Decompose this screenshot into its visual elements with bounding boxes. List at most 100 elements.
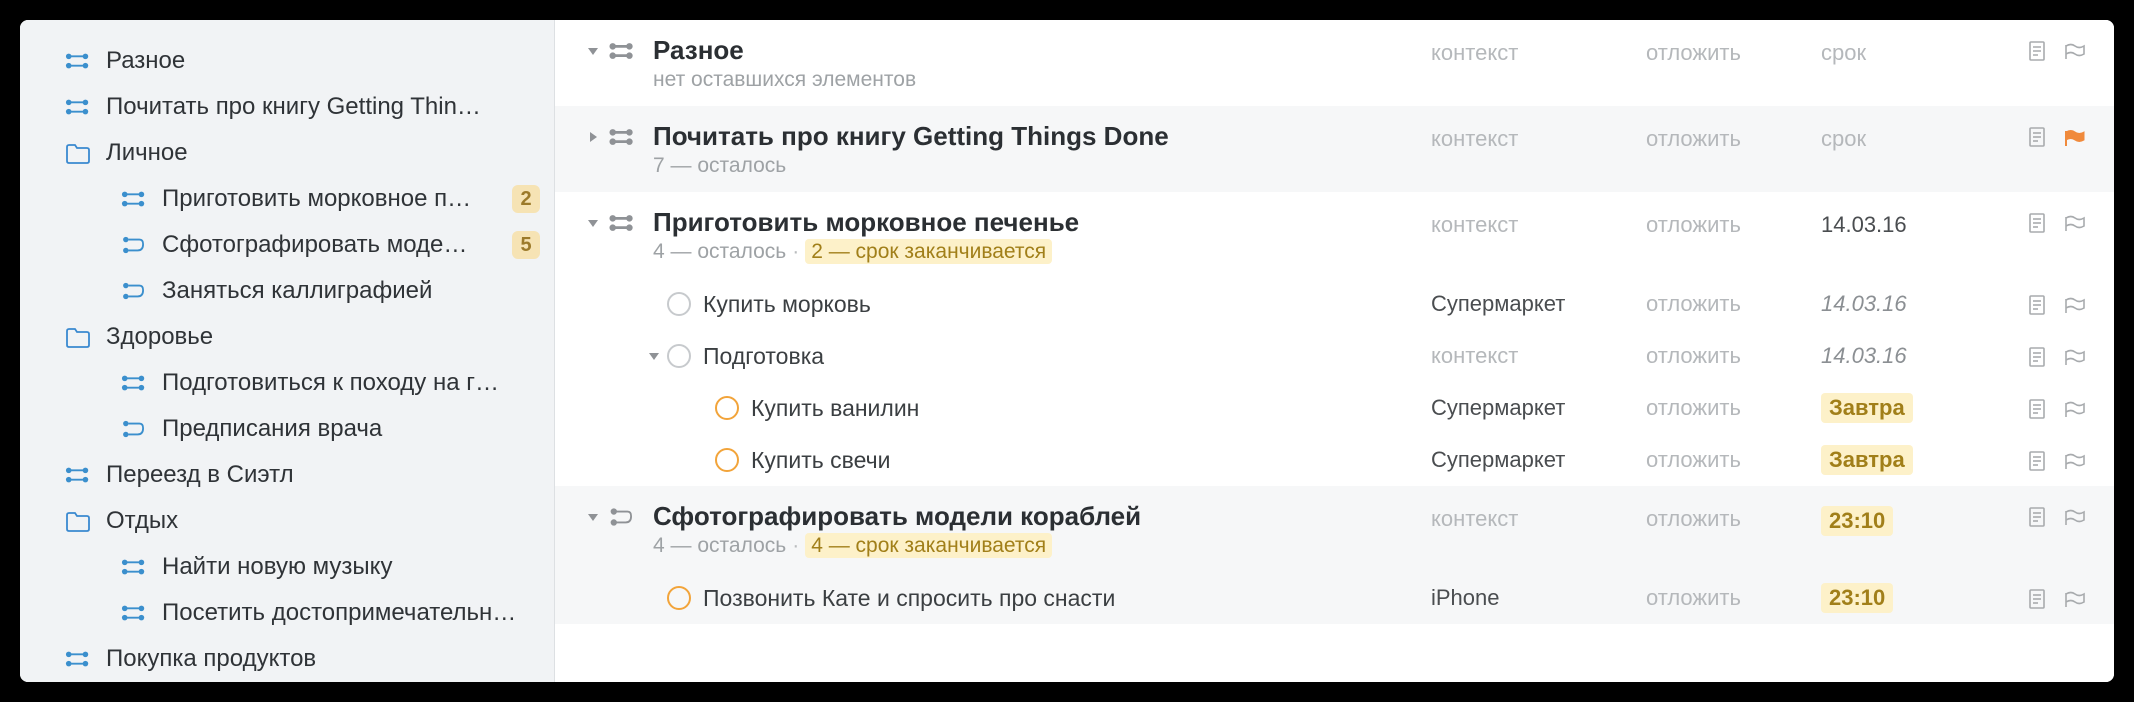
project-block: Сфотографировать модели кораблей4 — оста… (555, 486, 2114, 624)
defer-column[interactable]: отложить (1646, 585, 1821, 611)
defer-column[interactable]: отложить (1646, 343, 1821, 369)
defer-column[interactable]: отложить (1646, 506, 1821, 532)
flag-icon[interactable] (2064, 589, 2086, 607)
sidebar-item[interactable]: Заняться каллиграфией (20, 268, 554, 314)
parallel-icon (120, 556, 148, 578)
sidebar-item-label: Подготовиться к походу на г… (162, 369, 540, 397)
project-subtitle: нет оставшихся элементов (653, 68, 1431, 106)
task-checkbox[interactable] (715, 396, 739, 420)
disclosure-triangle-icon[interactable] (585, 43, 601, 59)
note-icon[interactable] (2028, 212, 2046, 232)
note-icon[interactable] (2028, 126, 2046, 146)
due-count-badge: 2 (512, 185, 540, 213)
disclosure-triangle-icon[interactable] (585, 215, 601, 231)
task-row[interactable]: Купить морковьСупермаркетотложить14.03.1… (585, 278, 2086, 330)
context-column[interactable]: iPhone (1431, 585, 1646, 611)
context-column[interactable]: контекст (1431, 506, 1646, 532)
flag-icon[interactable] (2064, 295, 2086, 313)
flag-icon[interactable] (2064, 451, 2086, 469)
due-column[interactable]: срок (1821, 40, 1996, 66)
task-checkbox[interactable] (667, 344, 691, 368)
note-icon[interactable] (2028, 346, 2046, 366)
defer-column[interactable]: отложить (1646, 395, 1821, 421)
task-checkbox[interactable] (715, 448, 739, 472)
task-row[interactable]: Позвонить Кате и спросить про снастиiPho… (585, 572, 2086, 624)
note-icon[interactable] (2028, 506, 2046, 526)
context-column[interactable]: Супермаркет (1431, 291, 1646, 317)
sequential-icon (120, 234, 148, 256)
sidebar-item-label: Заняться каллиграфией (162, 277, 540, 305)
sidebar-item[interactable]: Приготовить морковное п…2 (20, 176, 554, 222)
context-column[interactable]: контекст (1431, 126, 1646, 152)
sidebar-item[interactable]: Посетить достопримечательн… (20, 590, 554, 636)
note-icon[interactable] (2028, 40, 2046, 60)
sidebar-item[interactable]: Личное (20, 130, 554, 176)
disclosure-triangle-icon[interactable] (647, 348, 661, 364)
due-column[interactable]: 14.03.16 (1821, 291, 1996, 317)
folder-icon (64, 510, 92, 532)
context-column[interactable]: Супермаркет (1431, 395, 1646, 421)
note-icon[interactable] (2028, 398, 2046, 418)
disclosure-triangle-icon[interactable] (585, 129, 601, 145)
context-column[interactable]: контекст (1431, 343, 1646, 369)
sidebar-item-label: Здоровье (106, 323, 540, 351)
due-count-badge: 5 (512, 231, 540, 259)
project-subtitle: 4 — осталось·2 — срок заканчивается (653, 240, 1431, 278)
context-column[interactable]: контекст (1431, 40, 1646, 66)
sidebar-item[interactable]: Здоровье (20, 314, 554, 360)
due-column[interactable]: 14.03.16 (1821, 212, 1996, 238)
note-icon[interactable] (2028, 450, 2046, 470)
defer-column[interactable]: отложить (1646, 126, 1821, 152)
note-icon[interactable] (2028, 294, 2046, 314)
sidebar-item[interactable]: Покупка продуктов (20, 636, 554, 682)
due-column[interactable]: Завтра (1821, 445, 1996, 475)
task-row[interactable]: Подготовкаконтекстотложить14.03.16 (585, 330, 2086, 382)
flag-icon[interactable] (2064, 213, 2086, 231)
flag-icon[interactable] (2064, 41, 2086, 59)
sidebar-item-label: Покупка продуктов (106, 645, 540, 673)
note-icon[interactable] (2028, 588, 2046, 608)
task-checkbox[interactable] (667, 586, 691, 610)
defer-column[interactable]: отложить (1646, 447, 1821, 473)
disclosure-triangle-icon[interactable] (585, 509, 601, 525)
task-row[interactable]: Купить ванилинСупермаркетотложитьЗавтра (585, 382, 2086, 434)
sidebar-item[interactable]: Сфотографировать моде… 5 (20, 222, 554, 268)
flag-icon[interactable] (2064, 347, 2086, 365)
project-header-row[interactable]: Сфотографировать модели кораблей4 — оста… (585, 486, 2086, 572)
sidebar-item-label: Найти новую музыку (162, 553, 540, 581)
project-header-row[interactable]: Приготовить морковное печенье4 — осталос… (585, 192, 2086, 278)
sequential-icon (607, 504, 637, 530)
sidebar-item[interactable]: Найти новую музыку (20, 544, 554, 590)
sidebar-item[interactable]: Предписания врача (20, 406, 554, 452)
project-title: Сфотографировать модели кораблей (653, 498, 1431, 532)
defer-column[interactable]: отложить (1646, 40, 1821, 66)
context-column[interactable]: Супермаркет (1431, 447, 1646, 473)
project-header-row[interactable]: Почитать про книгу Getting Things Done7 … (585, 106, 2086, 192)
sidebar: Разное Почитать про книгу Getting Thin… … (20, 20, 555, 682)
flag-icon[interactable] (2064, 507, 2086, 525)
due-column[interactable]: срок (1821, 126, 1996, 152)
due-column[interactable]: 23:10 (1821, 506, 1996, 536)
context-column[interactable]: контекст (1431, 212, 1646, 238)
due-column[interactable]: Завтра (1821, 393, 1996, 423)
task-checkbox[interactable] (667, 292, 691, 316)
sequential-icon (120, 280, 148, 302)
project-header-row[interactable]: Разноенет оставшихся элементовконтекстот… (585, 20, 2086, 106)
sidebar-item[interactable]: Переезд в Сиэтл (20, 452, 554, 498)
sidebar-item[interactable]: Подготовиться к походу на г… (20, 360, 554, 406)
due-column[interactable]: 14.03.16 (1821, 343, 1996, 369)
task-title: Подготовка (703, 343, 1431, 370)
flag-icon[interactable] (2064, 127, 2086, 145)
defer-column[interactable]: отложить (1646, 212, 1821, 238)
sidebar-item-label: Сфотографировать моде… (162, 231, 504, 259)
sidebar-item[interactable]: Разное (20, 38, 554, 84)
sidebar-item[interactable]: Почитать про книгу Getting Thin… (20, 84, 554, 130)
due-column[interactable]: 23:10 (1821, 583, 1996, 613)
sequential-icon (120, 418, 148, 440)
defer-column[interactable]: отложить (1646, 291, 1821, 317)
task-row[interactable]: Купить свечиСупермаркетотложитьЗавтра (585, 434, 2086, 486)
project-block: Приготовить морковное печенье4 — осталос… (555, 192, 2114, 486)
sidebar-item[interactable]: Отдых (20, 498, 554, 544)
parallel-icon (607, 124, 637, 150)
flag-icon[interactable] (2064, 399, 2086, 417)
